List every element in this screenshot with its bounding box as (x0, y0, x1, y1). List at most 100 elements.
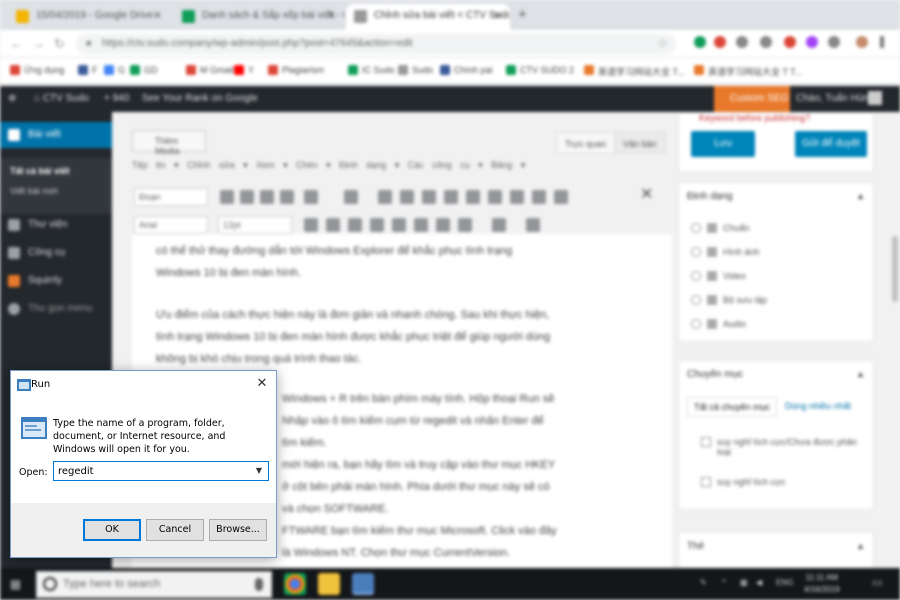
bookmark-item[interactable]: Y (234, 65, 254, 75)
sidebar-collapse[interactable]: Thu gọn menu (0, 296, 112, 322)
editor-menubar[interactable]: Tệp tin ▾ Chỉnh sửa ▾ Xem ▾ Chèn ▾ Định … (132, 160, 525, 171)
submenu-all-posts[interactable]: Tất cả bài viết (10, 166, 70, 176)
chevron-up-icon[interactable]: ^ (722, 578, 726, 587)
run-app-icon[interactable] (352, 573, 374, 595)
close-button[interactable]: ✕ (251, 375, 273, 395)
undo-icon[interactable] (510, 190, 524, 204)
special-char-icon[interactable] (392, 218, 406, 232)
open-input[interactable] (54, 462, 250, 480)
wordpress-icon[interactable]: ⊕ (8, 93, 16, 104)
extension-icon[interactable] (760, 36, 772, 48)
tab-visual[interactable]: Trực quan (556, 132, 616, 154)
page-scrollbar[interactable] (890, 112, 900, 572)
forward-icon[interactable]: → (32, 36, 45, 51)
align-right-icon[interactable] (422, 190, 436, 204)
reload-icon[interactable]: ↻ (54, 36, 65, 52)
new-tab-button[interactable]: + (518, 6, 527, 23)
sidebar-item-posts[interactable]: Bài viết (0, 122, 112, 148)
system-clock[interactable]: 11:11 AM 4/16/2019 (804, 572, 840, 596)
help-icon[interactable] (526, 218, 540, 232)
quote-icon[interactable] (280, 190, 294, 204)
publish-note[interactable]: Keyword before publishing? (699, 113, 810, 123)
extension-icon[interactable] (784, 36, 796, 48)
bookmark-item[interactable]: 英语学习网站大全 T... (584, 65, 685, 78)
close-icon[interactable]: ✕ (493, 9, 502, 22)
bookmark-item[interactable]: IC Sudo (348, 65, 395, 75)
format-option-gallery[interactable]: Bộ sưu tập (691, 295, 767, 305)
clear-format-icon[interactable] (370, 218, 384, 232)
bookmark-item[interactable]: 英语学习网站大全 T T... (694, 65, 802, 78)
tab-text[interactable]: Văn bản (614, 132, 666, 154)
align-left-icon[interactable] (378, 190, 392, 204)
submit-review-button[interactable]: Gửi để duyệt (795, 131, 867, 157)
file-explorer-icon[interactable] (318, 573, 340, 595)
avatar[interactable] (868, 91, 882, 105)
hr-icon[interactable] (326, 218, 340, 232)
menu-icon[interactable] (880, 36, 884, 48)
number-list-icon[interactable] (344, 190, 358, 204)
tab-popular-categories[interactable]: Dùng nhiều nhất (779, 397, 857, 415)
run-titlebar[interactable]: Run ✕ (11, 371, 276, 399)
bookmark-item[interactable]: F (78, 65, 98, 75)
outdent-icon[interactable] (414, 218, 428, 232)
tray-icon[interactable]: ✎ (700, 578, 707, 587)
category-checkbox[interactable]: suy nghĩ tích cực (701, 477, 786, 487)
extension-icon[interactable] (806, 36, 818, 48)
submenu-new-post[interactable]: Viết bài mới (10, 186, 58, 196)
chrome-icon[interactable] (284, 573, 306, 595)
toolbar-toggle-icon[interactable] (554, 190, 568, 204)
network-icon[interactable]: ▦ (740, 578, 748, 587)
url-input[interactable]: ■ https://ctv.sudo.company/wp-admin/post… (76, 34, 676, 54)
ok-button[interactable]: OK (83, 519, 141, 541)
size-select[interactable]: 12pt (218, 216, 292, 234)
taskbar-search-box[interactable]: Type here to search (36, 571, 272, 598)
volume-icon[interactable]: ◀ (756, 578, 762, 587)
browser-tab-active[interactable]: Chỉnh sửa bài viết < CTV Sudo — ✕ (346, 4, 510, 30)
bookmark-item[interactable]: GD (130, 65, 158, 75)
align-center-icon[interactable] (400, 190, 414, 204)
tab-all-categories[interactable]: Tất cả chuyên mục (687, 397, 778, 417)
notification-icon[interactable]: ▭ (872, 576, 882, 589)
bookmark-star-icon[interactable]: ☆ (657, 36, 668, 50)
close-icon[interactable]: ✕ (327, 9, 336, 22)
new-content-menu[interactable]: + 940 (104, 93, 129, 104)
bookmark-item[interactable]: Sudo (398, 65, 433, 75)
bookmark-item[interactable]: G (104, 65, 125, 75)
profile-avatar[interactable] (856, 36, 868, 48)
font-select[interactable]: Arial (134, 216, 208, 234)
redo-icon[interactable] (532, 190, 546, 204)
format-option-video[interactable]: Video (691, 271, 746, 281)
bookmark-item[interactable]: M Gmail (186, 65, 234, 75)
caret-up-icon[interactable]: ▲ (856, 541, 865, 551)
table-icon[interactable] (492, 218, 506, 232)
unlink-icon[interactable] (488, 190, 502, 204)
scrollbar-thumb[interactable] (892, 236, 898, 302)
category-checkbox[interactable]: suy nghĩ tích cực/Chưa được phân loại (701, 437, 861, 457)
italic-icon[interactable] (240, 190, 254, 204)
bookmark-item[interactable]: Chính pai (440, 65, 493, 75)
justify-icon[interactable] (444, 190, 458, 204)
custom-seo-button[interactable]: Custom SEO (714, 86, 790, 112)
extension-icon[interactable] (828, 36, 840, 48)
browse-button[interactable]: Browse... (209, 519, 267, 541)
windows-start-icon[interactable]: ⊞ (10, 577, 21, 593)
user-greeting[interactable]: Chào, Tuấn Hùng (796, 93, 874, 104)
format-option-standard[interactable]: Chuẩn (691, 223, 750, 233)
browser-tab-drive[interactable]: 15/04/2019 - Google Drive ✕ (8, 4, 170, 30)
bookmark-item[interactable]: Ứng dụng (10, 65, 64, 75)
input-language[interactable]: ENG (776, 578, 793, 587)
bullet-list-icon[interactable] (304, 190, 318, 204)
bold-icon[interactable] (220, 190, 234, 204)
link-icon[interactable] (466, 190, 480, 204)
format-option-audio[interactable]: Audio (691, 319, 746, 329)
strikethrough-icon[interactable] (304, 218, 318, 232)
sidebar-item-squirrly[interactable]: Squirrly (0, 268, 112, 294)
browser-tab-sheet[interactable]: Danh sách & Sắp xếp bài viết - CTV... ✕ (174, 4, 344, 30)
paste-text-icon[interactable] (348, 218, 362, 232)
save-button[interactable]: Lưu (691, 131, 755, 157)
bookmark-item[interactable]: CTV SUDO 2 (506, 65, 574, 75)
chevron-down-icon[interactable]: ▼ (250, 462, 268, 480)
sidebar-item-media[interactable]: Thư viện (0, 212, 112, 238)
open-combobox[interactable]: ▼ (53, 461, 269, 481)
format-select[interactable]: Đoạn (134, 188, 208, 206)
